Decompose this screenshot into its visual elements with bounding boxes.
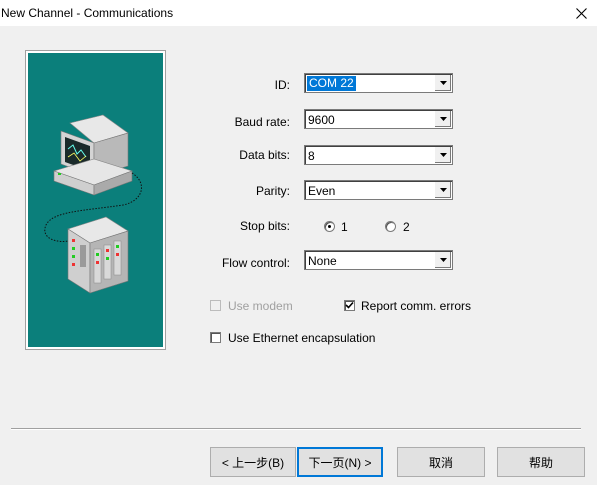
data-bits-dropdown-button[interactable] [434,147,451,163]
cancel-button[interactable]: 取消 [397,447,485,477]
wizard-illustration [25,50,166,350]
help-button[interactable]: 帮助 [497,447,585,477]
stop-bits-label: Stop bits: [239,219,290,233]
data-bits-label: Data bits: [239,148,290,162]
ethernet-label: Use Ethernet encapsulation [228,331,376,345]
chevron-down-icon [439,258,447,262]
id-dropdown[interactable]: COM 22 [304,73,453,93]
report-errors-label: Report comm. errors [361,299,472,313]
computer-plc-illustration [44,114,142,294]
stop-bits-2-radio[interactable] [385,221,396,232]
next-button[interactable]: 下一页(N) > [297,447,383,477]
title-bar: New Channel - Communications [0,0,597,26]
chevron-down-icon [439,188,447,192]
back-button[interactable]: < 上一步(B) [210,447,296,477]
data-bits-dropdown[interactable]: 8 [304,145,453,165]
id-value: COM 22 [307,76,356,91]
baud-rate-value: 9600 [308,113,335,127]
plc-icon [67,216,129,294]
flow-control-dropdown-button[interactable] [434,252,451,268]
stop-bits-1-label: 1 [341,220,348,234]
parity-dropdown[interactable]: Even [304,180,453,200]
data-bits-value: 8 [308,149,315,163]
parity-value: Even [308,184,336,198]
id-dropdown-button[interactable] [434,75,451,91]
window-title: New Channel - Communications [1,6,174,20]
computer-icon [53,114,133,196]
baud-rate-dropdown[interactable]: 9600 [304,109,453,129]
id-label: ID: [274,78,290,92]
baud-rate-label: Baud rate: [234,115,290,129]
parity-dropdown-button[interactable] [434,182,451,198]
use-modem-label: Use modem [228,299,293,313]
stop-bits-1-radio[interactable] [324,221,335,232]
separator [11,428,581,430]
use-modem-checkbox[interactable] [210,300,221,311]
chevron-down-icon [439,153,447,157]
flow-control-label: Flow control: [221,256,290,270]
parity-label: Parity: [255,184,290,198]
checkmark-icon [345,301,354,309]
baud-rate-dropdown-button[interactable] [434,111,451,127]
flow-control-dropdown[interactable]: None [304,250,453,270]
chevron-down-icon [439,117,447,121]
close-button[interactable] [569,3,593,23]
flow-control-value: None [308,254,337,268]
ethernet-checkbox[interactable] [210,332,221,343]
chevron-down-icon [439,81,447,85]
report-errors-checkbox[interactable] [344,300,355,311]
stop-bits-2-label: 2 [403,220,410,234]
close-icon [575,7,587,19]
